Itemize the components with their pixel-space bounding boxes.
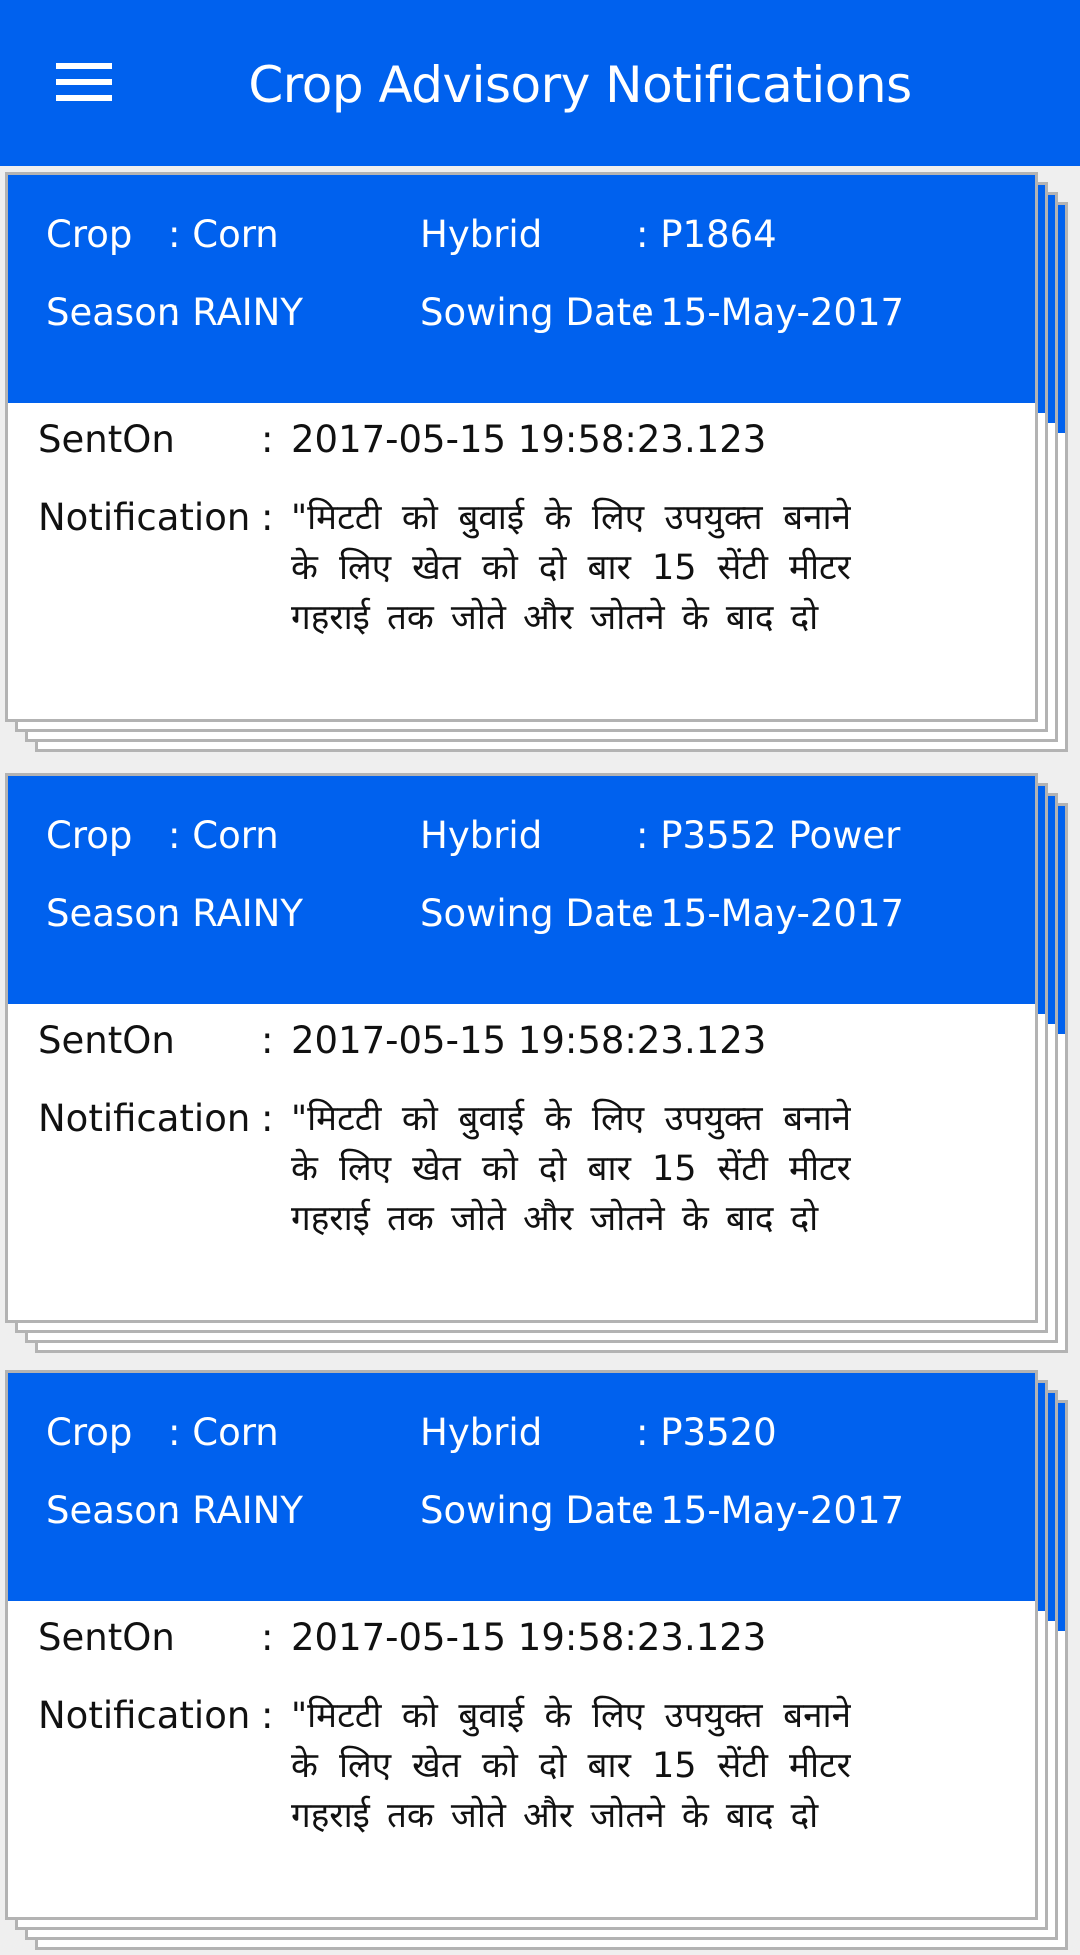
season-label: Season (46, 291, 181, 334)
separator: : (261, 1616, 274, 1659)
card-body: SentOn : 2017-05-15 19:58:23.123 Notific… (8, 1601, 1035, 1917)
notification-label: Notification (38, 496, 251, 539)
sowing-date-label: Sowing Date (420, 291, 654, 334)
hamburger-line (56, 95, 112, 101)
notification-label: Notification (38, 1097, 251, 1140)
notification-text: "मिटटी को बुवाई के लिए उपयुक्त बनाने के … (291, 498, 851, 638)
hybrid-label: Hybrid (420, 1411, 543, 1454)
crop-value: : Corn (168, 213, 279, 256)
separator: : (261, 1097, 274, 1140)
sent-on-value: 2017-05-15 19:58:23.123 (291, 1616, 767, 1659)
crop-label: Crop (46, 213, 133, 256)
hybrid-value: : P3552 Power (636, 814, 901, 857)
card-header: Crop : Corn Hybrid : P3520 Season : RAIN… (8, 1373, 1035, 1601)
sowing-date-label: Sowing Date (420, 892, 654, 935)
separator: : (261, 1694, 274, 1737)
sent-on-label: SentOn (38, 1616, 175, 1659)
notification-card[interactable]: Crop : Corn Hybrid : P3552 Power Season … (5, 773, 1075, 1358)
hybrid-label: Hybrid (420, 814, 543, 857)
notification-card[interactable]: Crop : Corn Hybrid : P1864 Season : RAIN… (5, 172, 1075, 757)
sowing-date-label: Sowing Date (420, 1489, 654, 1532)
hybrid-value: : P1864 (636, 213, 777, 256)
sowing-date-value: : 15-May-2017 (636, 892, 905, 935)
season-value: : RAINY (168, 892, 303, 935)
crop-value: : Corn (168, 814, 279, 857)
sent-on-value: 2017-05-15 19:58:23.123 (291, 1019, 767, 1062)
hybrid-value: : P3520 (636, 1411, 777, 1454)
season-label: Season (46, 892, 181, 935)
card-front: Crop : Corn Hybrid : P3520 Season : RAIN… (5, 1370, 1038, 1920)
crop-label: Crop (46, 814, 133, 857)
crop-label: Crop (46, 1411, 133, 1454)
notification-card[interactable]: Crop : Corn Hybrid : P3520 Season : RAIN… (5, 1370, 1075, 1955)
sent-on-label: SentOn (38, 418, 175, 461)
hamburger-menu-icon[interactable] (56, 63, 112, 103)
season-value: : RAINY (168, 1489, 303, 1532)
hamburger-line (56, 63, 112, 69)
separator: : (261, 418, 274, 461)
card-header: Crop : Corn Hybrid : P3552 Power Season … (8, 776, 1035, 1004)
hamburger-line (56, 79, 112, 85)
card-body: SentOn : 2017-05-15 19:58:23.123 Notific… (8, 1004, 1035, 1320)
app-bar: Crop Advisory Notifications (0, 0, 1080, 166)
sowing-date-value: : 15-May-2017 (636, 291, 905, 334)
sowing-date-value: : 15-May-2017 (636, 1489, 905, 1532)
season-value: : RAINY (168, 291, 303, 334)
separator: : (261, 496, 274, 539)
card-body: SentOn : 2017-05-15 19:58:23.123 Notific… (8, 403, 1035, 719)
sent-on-value: 2017-05-15 19:58:23.123 (291, 418, 767, 461)
separator: : (261, 1019, 274, 1062)
sent-on-label: SentOn (38, 1019, 175, 1062)
hybrid-label: Hybrid (420, 213, 543, 256)
notification-label: Notification (38, 1694, 251, 1737)
card-front: Crop : Corn Hybrid : P3552 Power Season … (5, 773, 1038, 1323)
notification-text: "मिटटी को बुवाई के लिए उपयुक्त बनाने के … (291, 1696, 851, 1836)
season-label: Season (46, 1489, 181, 1532)
notification-text: "मिटटी को बुवाई के लिए उपयुक्त बनाने के … (291, 1099, 851, 1239)
crop-value: : Corn (168, 1411, 279, 1454)
page-title: Crop Advisory Notifications (248, 56, 912, 114)
card-front: Crop : Corn Hybrid : P1864 Season : RAIN… (5, 172, 1038, 722)
card-header: Crop : Corn Hybrid : P1864 Season : RAIN… (8, 175, 1035, 403)
